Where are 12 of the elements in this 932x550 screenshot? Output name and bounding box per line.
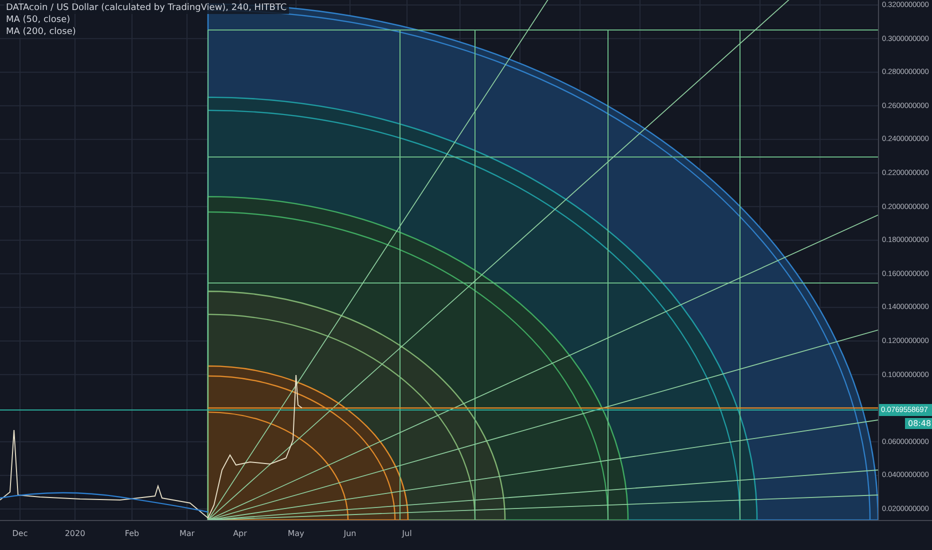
time-tick-label: May	[286, 529, 306, 538]
time-tick-label: Jul	[400, 529, 413, 538]
time-tick-label: 2020	[64, 529, 86, 538]
countdown-label: 08:48	[905, 418, 932, 429]
chart-title: DATAcoin / US Dollar (calculated by TradingView), 240, HITBTC	[4, 3, 289, 14]
indicator-label: MA (50, close)	[4, 15, 72, 26]
time-tick-label: Feb	[124, 529, 140, 538]
time-tick-label: Dec	[11, 529, 29, 538]
time-tick-label: Apr	[232, 529, 248, 538]
time-tick-label: Jun	[342, 529, 358, 538]
time-tick-label: Mar	[178, 529, 196, 538]
indicator-label: MA (200, close)	[4, 27, 78, 38]
